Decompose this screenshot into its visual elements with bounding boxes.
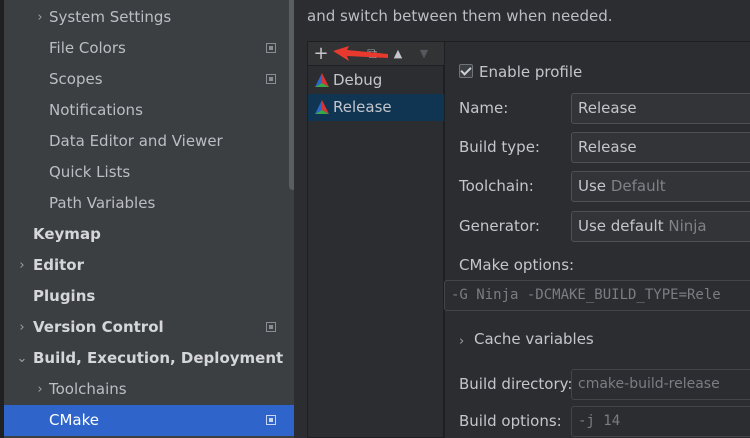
enable-profile-label[interactable]: Enable profile	[479, 57, 582, 87]
tree-item-cmake[interactable]: CMake	[4, 405, 294, 436]
generator-label: Generator:	[459, 217, 540, 235]
settings-tree: › System Settings File Colors Scopes Not…	[4, 0, 297, 438]
tree-item-label: System Settings	[49, 8, 172, 26]
page-description: and switch between them when needed.	[307, 7, 613, 25]
build-type-label: Build type:	[459, 138, 540, 156]
tree-item-notifications[interactable]: Notifications	[4, 95, 294, 126]
build-type-value: Release	[578, 138, 637, 156]
profiles-list-panel: + ⧉ ▲ ▼ Debug Release	[307, 41, 445, 438]
tree-item-label: Toolchains	[49, 380, 127, 398]
tree-item-plugins[interactable]: Plugins	[4, 281, 294, 312]
add-profile-button[interactable]: +	[311, 43, 331, 65]
chevron-down-icon[interactable]: ⌄	[16, 343, 28, 374]
tree-item-label: Build, Execution, Deployment	[33, 349, 284, 367]
tree-item-system-settings[interactable]: › System Settings	[4, 2, 294, 33]
move-down-button[interactable]: ▼	[414, 43, 434, 65]
tree-item-label: Keymap	[33, 225, 101, 243]
tree-item-label: Editor	[33, 256, 84, 274]
build-directory-value: cmake-build-release	[578, 376, 720, 392]
chevron-right-icon[interactable]: ›	[34, 2, 46, 33]
tree-item-keymap[interactable]: Keymap	[4, 219, 294, 250]
name-value: Release	[578, 99, 637, 117]
annotation-arrow-icon	[333, 46, 388, 61]
build-options-label: Build options:	[459, 412, 562, 430]
tree-item-label: Path Variables	[49, 194, 156, 212]
tree-item-label: Data Editor and Viewer	[49, 132, 223, 150]
tree-item-build-execution-deployment[interactable]: ⌄ Build, Execution, Deployment	[4, 343, 294, 374]
tree-item-label: Notifications	[49, 101, 143, 119]
build-options-field[interactable]: -j 14	[571, 406, 750, 437]
tree-item-quick-lists[interactable]: Quick Lists	[4, 157, 294, 188]
tree-item-label: CMake	[49, 411, 99, 429]
toolchain-value: Use	[578, 177, 607, 195]
cmake-options-label: CMake options:	[459, 256, 575, 274]
tree-item-label: Plugins	[33, 287, 96, 305]
toolchain-dropdown[interactable]: Use Default	[571, 171, 750, 202]
tree-item-file-colors[interactable]: File Colors	[4, 33, 294, 64]
profile-item-release[interactable]: Release	[308, 94, 445, 121]
tree-item-scopes[interactable]: Scopes	[4, 64, 294, 95]
profile-form: Enable profile Name: Release Build type:…	[444, 41, 750, 438]
name-field[interactable]: Release	[571, 93, 750, 124]
build-options-value: -j 14	[578, 413, 621, 429]
project-level-icon	[266, 43, 276, 53]
tree-item-version-control[interactable]: › Version Control	[4, 312, 294, 343]
project-level-icon	[266, 322, 276, 332]
tree-item-label: File Colors	[49, 39, 126, 57]
cmake-icon	[315, 100, 329, 114]
chevron-right-icon[interactable]: ›	[459, 327, 464, 357]
enable-profile-checkbox[interactable]	[459, 64, 473, 78]
generator-dropdown[interactable]: Use default Ninja	[571, 211, 750, 242]
cache-variables-toggle[interactable]: Cache variables	[474, 324, 594, 354]
toolchain-hint: Default	[610, 177, 666, 195]
cmake-icon	[315, 73, 329, 87]
project-level-icon	[266, 74, 276, 84]
tree-item-label: Quick Lists	[49, 163, 131, 181]
chevron-right-icon[interactable]: ›	[34, 374, 46, 405]
chevron-right-icon[interactable]: ›	[16, 250, 28, 281]
tree-item-toolchains[interactable]: › Toolchains	[4, 374, 294, 405]
profile-item-debug[interactable]: Debug	[308, 67, 445, 94]
profiles-toolbar: + ⧉ ▲ ▼	[308, 42, 445, 66]
chevron-right-icon[interactable]: ›	[16, 312, 28, 343]
generator-hint: Ninja	[668, 217, 707, 235]
tree-item-label: Scopes	[49, 70, 103, 88]
name-label: Name:	[459, 99, 509, 117]
toolchain-label: Toolchain:	[459, 177, 534, 195]
build-directory-field[interactable]: cmake-build-release	[571, 369, 750, 400]
generator-value: Use default	[578, 217, 664, 235]
tree-item-label: Version Control	[33, 318, 164, 336]
build-directory-label: Build directory:	[459, 375, 573, 393]
tree-item-path-variables[interactable]: Path Variables	[4, 188, 294, 219]
profile-label: Release	[333, 98, 392, 116]
cmake-options-value: -G Ninja -DCMAKE_BUILD_TYPE=Rele	[451, 287, 721, 303]
tree-item-editor[interactable]: › Editor	[4, 250, 294, 281]
cmake-options-field[interactable]: -G Ninja -DCMAKE_BUILD_TYPE=Rele	[444, 280, 750, 311]
tree-item-data-editor[interactable]: Data Editor and Viewer	[4, 126, 294, 157]
cmake-settings-panel: and switch between them when needed. + ⧉…	[294, 0, 750, 438]
project-level-icon	[266, 415, 276, 425]
build-type-combobox[interactable]: Release	[571, 132, 750, 163]
profile-label: Debug	[333, 71, 383, 89]
